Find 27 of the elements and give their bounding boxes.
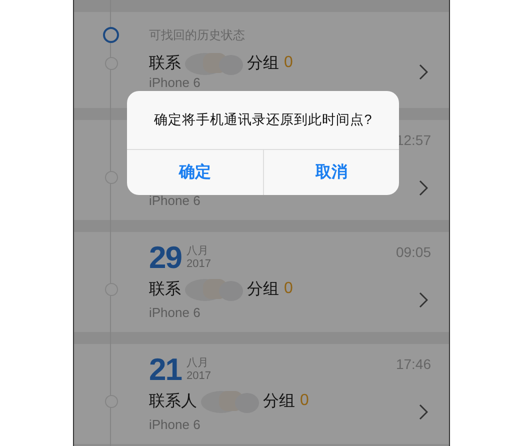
chevron-right-icon[interactable] (419, 180, 428, 196)
dialog-message: 确定将手机通讯录还原到此时间点? (127, 91, 399, 150)
confirm-button[interactable]: 确定 (127, 150, 262, 195)
device-name: iPhone 6 (149, 416, 202, 428)
device-name: iPhone 6 (149, 192, 202, 204)
date-month: 八月 (186, 357, 210, 370)
device-name: iPhone 6 (149, 74, 202, 88)
group-count: 0 (284, 54, 293, 72)
date-day: 29 (149, 243, 182, 273)
group-label: 分组 (247, 54, 279, 74)
contacts-label: 联系 (149, 54, 181, 74)
chevron-right-icon[interactable] (419, 292, 428, 308)
group-count: 0 (284, 280, 293, 298)
contacts-label: 联系 (149, 280, 181, 300)
date-month: 八月 (186, 245, 210, 258)
chevron-right-icon[interactable] (419, 64, 428, 80)
date-year: 2017 (186, 370, 211, 383)
date-year: 2017 (186, 258, 211, 271)
device-name: iPhone 6 (149, 304, 202, 316)
group-label: 分组 (263, 392, 295, 412)
chevron-right-icon[interactable] (419, 404, 428, 420)
date-day: 21 (149, 355, 182, 385)
group-label: 分组 (247, 280, 279, 300)
cancel-button[interactable]: 取消 (262, 150, 399, 195)
timeline-ring-icon (103, 27, 119, 43)
contacts-label: 联系人 (149, 392, 197, 412)
group-count: 0 (300, 392, 309, 410)
